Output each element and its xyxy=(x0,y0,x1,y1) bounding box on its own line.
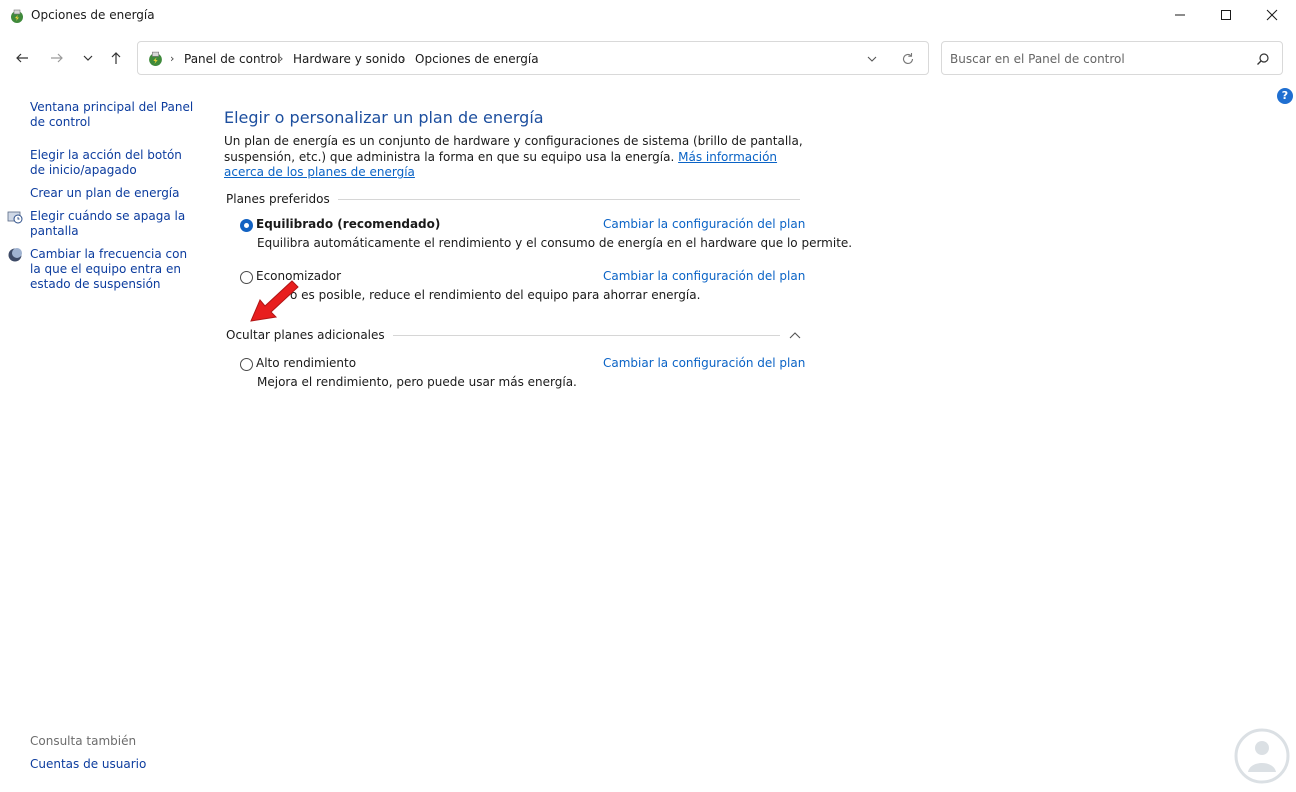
plan-name-high-performance[interactable]: Alto rendimiento xyxy=(256,356,356,370)
breadcrumb-separator-icon: › xyxy=(170,52,175,65)
sidebar-link-display-off[interactable]: Elegir cuándo se apaga la pantalla xyxy=(30,209,198,239)
window-title: Opciones de energía xyxy=(31,8,155,22)
see-also-heading: Consulta también xyxy=(30,734,137,748)
up-button[interactable] xyxy=(103,46,129,70)
intro-text: Un plan de energía es un conjunto de har… xyxy=(224,134,804,181)
sidebar-link-create-plan[interactable]: Crear un plan de energía xyxy=(30,186,198,201)
close-button[interactable] xyxy=(1249,0,1295,30)
title-bar: Opciones de energía xyxy=(0,0,1296,32)
recent-locations-button[interactable] xyxy=(75,46,101,70)
sidebar-link-power-button[interactable]: Elegir la acción del botón de inicio/apa… xyxy=(30,148,198,178)
chevron-down-icon xyxy=(83,55,93,61)
change-plan-settings-link[interactable]: Cambiar la configuración del plan xyxy=(603,217,805,231)
change-plan-settings-link[interactable]: Cambiar la configuración del plan xyxy=(603,269,805,283)
arrow-right-icon xyxy=(51,53,63,63)
close-icon xyxy=(1266,9,1278,21)
plan-desc-high-performance: Mejora el rendimiento, pero puede usar m… xyxy=(257,375,577,389)
sidebar-link-user-accounts[interactable]: Cuentas de usuario xyxy=(30,757,146,771)
search-placeholder: Buscar en el Panel de control xyxy=(950,52,1125,66)
moon-sleep-icon xyxy=(8,248,22,262)
minimize-button[interactable] xyxy=(1157,0,1203,30)
display-clock-icon xyxy=(7,211,23,224)
chevron-down-icon[interactable] xyxy=(865,52,879,66)
breadcrumb-separator-icon: › xyxy=(401,52,406,65)
search-input[interactable]: Buscar en el Panel de control xyxy=(941,41,1283,75)
maximize-button[interactable] xyxy=(1203,0,1249,30)
hide-additional-plans-heading[interactable]: Ocultar planes adicionales xyxy=(226,328,393,342)
change-plan-settings-link[interactable]: Cambiar la configuración del plan xyxy=(603,356,805,370)
plan-radio-balanced[interactable] xyxy=(240,219,253,232)
arrow-left-icon xyxy=(16,53,28,63)
breadcrumb-power-options[interactable]: Opciones de energía xyxy=(415,52,539,66)
annotation-arrow-icon xyxy=(250,280,299,322)
arrow-up-icon xyxy=(111,52,121,64)
breadcrumb-separator-icon: › xyxy=(279,52,284,65)
breadcrumb-control-panel[interactable]: Panel de control xyxy=(184,52,281,66)
refresh-icon[interactable] xyxy=(901,52,915,66)
search-icon[interactable] xyxy=(1256,52,1270,66)
page-title: Elegir o personalizar un plan de energía xyxy=(224,108,544,127)
chevron-up-icon[interactable] xyxy=(788,330,802,340)
maximize-icon xyxy=(1221,10,1231,20)
plan-desc-power-saver: o es posible, reduce el rendimiento del … xyxy=(290,288,701,302)
control-panel-icon xyxy=(149,51,162,66)
plan-name-balanced[interactable]: Equilibrado (recomendado) xyxy=(256,217,440,231)
breadcrumb-hardware-sound[interactable]: Hardware y sonido xyxy=(293,52,405,66)
back-button[interactable] xyxy=(9,46,35,70)
watermark-logo-icon xyxy=(1234,728,1290,784)
help-icon[interactable]: ? xyxy=(1277,88,1293,104)
sidebar-link-control-panel-home[interactable]: Ventana principal del Panel de control xyxy=(30,100,198,130)
forward-button[interactable] xyxy=(44,46,70,70)
preferred-plans-heading: Planes preferidos xyxy=(226,192,338,206)
plan-desc-balanced: Equilibra automáticamente el rendimiento… xyxy=(257,236,853,250)
address-bar[interactable]: › Panel de control › Hardware y sonido ›… xyxy=(137,41,929,75)
navigation-bar: › Panel de control › Hardware y sonido ›… xyxy=(0,38,1296,78)
power-options-icon xyxy=(11,9,23,23)
plan-radio-high-performance[interactable] xyxy=(240,358,253,371)
sidebar-link-sleep-frequency[interactable]: Cambiar la frecuencia con la que el equi… xyxy=(30,247,198,292)
minimize-icon xyxy=(1175,14,1185,16)
